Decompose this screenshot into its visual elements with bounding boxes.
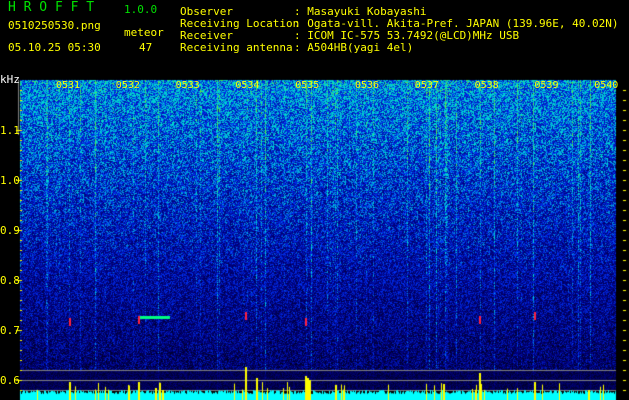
y-tick-label: 1.1 [0,124,20,137]
meteor-count: 47 [139,41,153,54]
time-label: 0533 [175,80,200,91]
time-label: 0534 [235,80,260,91]
y-tick-label: 0.9 [0,224,20,237]
time-label: 0536 [355,80,380,91]
time-label: 0538 [474,80,499,91]
y-tick-label: 0.6 [0,374,20,387]
time-label: 0539 [534,80,559,91]
y-tick-label: 1.0 [0,174,20,187]
meteor-label: meteor [124,26,164,39]
spectrogram-canvas [0,0,629,400]
time-label: 0531 [56,80,81,91]
y-tick-label: 0.7 [0,324,20,337]
y-tick-label: 0.8 [0,274,20,287]
info-value: : A504HB(yagi 4el) [294,41,414,54]
y-unit-label: kHz [0,73,20,86]
time-label: 0532 [115,80,140,91]
info-label: Receiving antenna [180,41,293,54]
datetime: 05.10.25 05:30 [8,41,101,54]
time-label: 0537 [414,80,439,91]
app-title: H R O F F T [8,0,95,15]
app-version: 1.0.0 [124,3,158,16]
time-label: 0540 [594,80,619,91]
time-label: 0535 [295,80,320,91]
filename: 0510250530.png [8,19,101,32]
